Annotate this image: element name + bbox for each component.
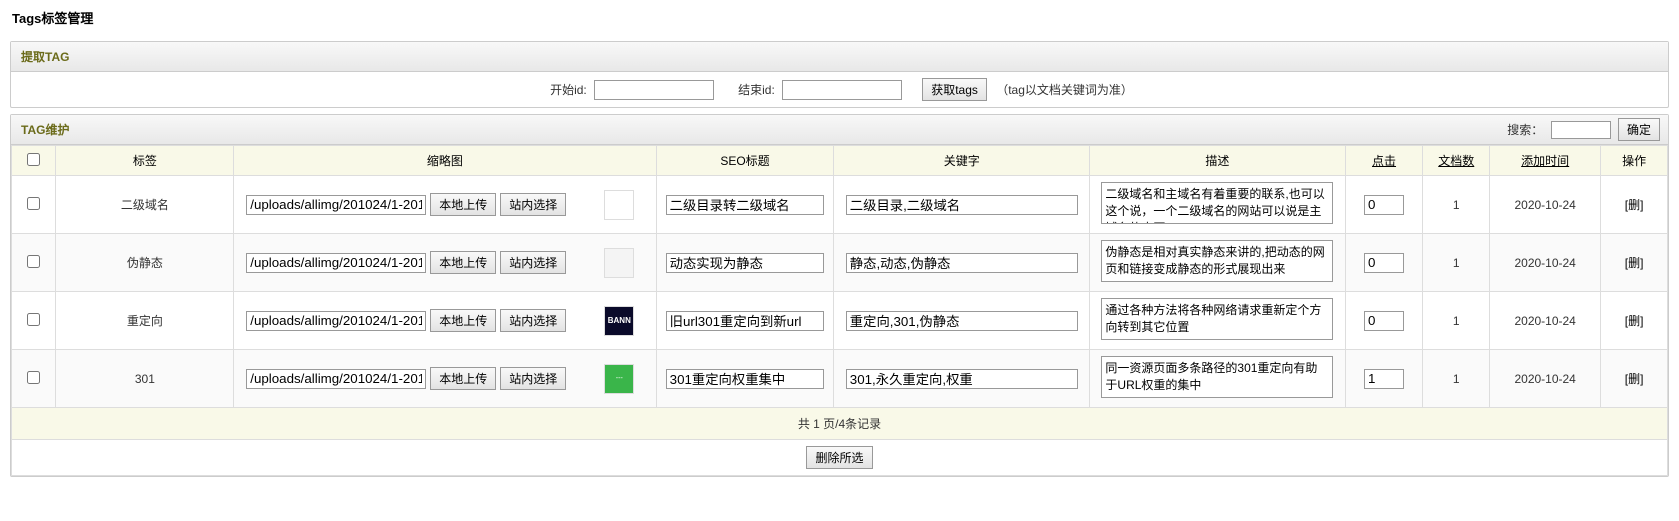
header-seo: SEO标题 [656, 146, 834, 176]
time-cell: 2020-10-24 [1490, 292, 1601, 350]
time-cell: 2020-10-24 [1490, 176, 1601, 234]
end-id-input[interactable] [782, 80, 902, 100]
seo-input[interactable] [666, 311, 825, 331]
end-id-label: 结束id: [738, 83, 775, 97]
search-input[interactable] [1551, 121, 1611, 139]
thumb-preview: BANN [604, 306, 634, 336]
click-input[interactable] [1364, 311, 1404, 331]
desc-textarea[interactable]: 二级域名和主域名有着重要的联系,也可以这个说，一个二级域名的网站可以说是主域名的… [1101, 182, 1333, 224]
table-row: 重定向 本地上传 站内选择 BANN 通过各种方法将各种网络请求重新定个方向转到… [12, 292, 1668, 350]
select-site-button[interactable]: 站内选择 [500, 193, 566, 216]
upload-local-button[interactable]: 本地上传 [430, 251, 496, 274]
desc-textarea[interactable]: 伪静态是相对真实静态来讲的,把动态的网页和链接变成静态的形式展现出来 [1101, 240, 1333, 282]
header-keyword: 关键字 [834, 146, 1090, 176]
row-checkbox[interactable] [27, 313, 40, 326]
thumb-preview [604, 248, 634, 278]
action-cell: 删除所选 [12, 440, 1668, 476]
select-all-checkbox[interactable] [27, 153, 40, 166]
get-tags-button[interactable]: 获取tags [922, 78, 987, 101]
tag-cell: 二级域名 [56, 176, 234, 234]
count-cell: 1 [1423, 176, 1490, 234]
keyword-input[interactable] [846, 253, 1078, 273]
header-click: 点击 [1345, 146, 1423, 176]
thumb-input[interactable] [246, 253, 426, 273]
header-click-link[interactable]: 点击 [1372, 154, 1396, 168]
tag-cell: 301 [56, 350, 234, 408]
row-checkbox[interactable] [27, 371, 40, 384]
select-site-button[interactable]: 站内选择 [500, 251, 566, 274]
header-count-link[interactable]: 文档数 [1438, 154, 1474, 168]
table-row: 二级域名 本地上传 站内选择 二级域名和主域名有着重要的联系,也可以这个说，一个… [12, 176, 1668, 234]
table-header-row: 标签 缩略图 SEO标题 关键字 描述 点击 文档数 添加时间 操作 [12, 146, 1668, 176]
header-desc: 描述 [1090, 146, 1346, 176]
upload-local-button[interactable]: 本地上传 [430, 367, 496, 390]
click-input[interactable] [1364, 253, 1404, 273]
maintain-header-text: TAG维护 [21, 123, 69, 137]
header-tag: 标签 [56, 146, 234, 176]
thumb-input[interactable] [246, 369, 426, 389]
start-id-input[interactable] [594, 80, 714, 100]
table-row: 301 本地上传 站内选择 --- 同一资源页面多条路径的301重定向有助于UR… [12, 350, 1668, 408]
search-box: 搜索： 确定 [1507, 118, 1660, 141]
header-checkbox-cell [12, 146, 56, 176]
tag-cell: 伪静态 [56, 234, 234, 292]
desc-textarea[interactable]: 同一资源页面多条路径的301重定向有助于URL权重的集中 [1101, 356, 1333, 398]
action-row: 删除所选 [12, 440, 1668, 476]
seo-input[interactable] [666, 369, 825, 389]
keyword-input[interactable] [846, 195, 1078, 215]
delete-link[interactable]: [删] [1625, 314, 1644, 328]
delete-link[interactable]: [删] [1625, 372, 1644, 386]
tags-table: 标签 缩略图 SEO标题 关键字 描述 点击 文档数 添加时间 操作 二级域名 … [11, 145, 1668, 476]
upload-local-button[interactable]: 本地上传 [430, 309, 496, 332]
select-site-button[interactable]: 站内选择 [500, 309, 566, 332]
extract-hint: （tag以文档关键词为准） [996, 83, 1133, 97]
extract-panel: 提取TAG 开始id: 结束id: 获取tags （tag以文档关键词为准） [10, 41, 1669, 108]
header-op: 操作 [1601, 146, 1668, 176]
seo-input[interactable] [666, 253, 825, 273]
keyword-input[interactable] [846, 369, 1078, 389]
thumb-preview: --- [604, 364, 634, 394]
page-title: Tags标签管理 [0, 0, 1679, 35]
time-cell: 2020-10-24 [1490, 350, 1601, 408]
pager-row: 共 1 页/4条记录 [12, 408, 1668, 440]
delete-link[interactable]: [删] [1625, 256, 1644, 270]
search-label: 搜索： [1507, 123, 1543, 137]
keyword-input[interactable] [846, 311, 1078, 331]
thumb-preview [604, 190, 634, 220]
pager-cell: 共 1 页/4条记录 [12, 408, 1668, 440]
header-time: 添加时间 [1490, 146, 1601, 176]
count-cell: 1 [1423, 292, 1490, 350]
row-checkbox[interactable] [27, 255, 40, 268]
maintain-header: TAG维护 搜索： 确定 [11, 115, 1668, 145]
tag-cell: 重定向 [56, 292, 234, 350]
upload-local-button[interactable]: 本地上传 [430, 193, 496, 216]
row-checkbox[interactable] [27, 197, 40, 210]
seo-input[interactable] [666, 195, 825, 215]
search-confirm-button[interactable]: 确定 [1618, 118, 1660, 141]
click-input[interactable] [1364, 195, 1404, 215]
count-cell: 1 [1423, 234, 1490, 292]
delete-selected-button[interactable]: 删除所选 [806, 446, 872, 469]
count-cell: 1 [1423, 350, 1490, 408]
maintain-panel: TAG维护 搜索： 确定 标签 缩略图 SEO标题 关键字 描述 点击 文档数 … [10, 114, 1669, 477]
header-thumb: 缩略图 [234, 146, 656, 176]
start-id-label: 开始id: [550, 83, 587, 97]
select-site-button[interactable]: 站内选择 [500, 367, 566, 390]
click-input[interactable] [1364, 369, 1404, 389]
time-cell: 2020-10-24 [1490, 234, 1601, 292]
desc-textarea[interactable]: 通过各种方法将各种网络请求重新定个方向转到其它位置 [1101, 298, 1333, 340]
thumb-input[interactable] [246, 195, 426, 215]
header-time-link[interactable]: 添加时间 [1521, 154, 1569, 168]
extract-body: 开始id: 结束id: 获取tags （tag以文档关键词为准） [11, 72, 1668, 107]
delete-link[interactable]: [删] [1625, 198, 1644, 212]
table-row: 伪静态 本地上传 站内选择 伪静态是相对真实静态来讲的,把动态的网页和链接变成静… [12, 234, 1668, 292]
header-count: 文档数 [1423, 146, 1490, 176]
extract-header: 提取TAG [11, 42, 1668, 72]
thumb-input[interactable] [246, 311, 426, 331]
